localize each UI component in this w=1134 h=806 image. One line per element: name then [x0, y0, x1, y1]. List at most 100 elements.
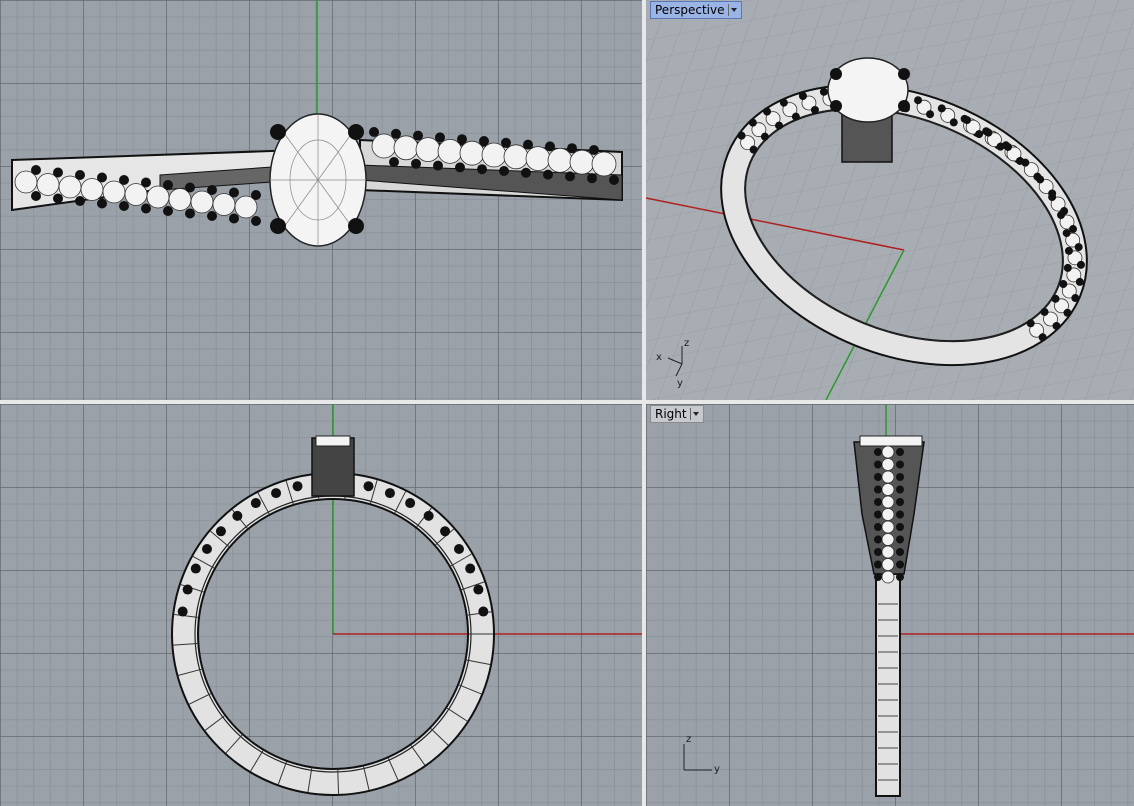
prong — [391, 128, 401, 139]
chevron-down-icon[interactable] — [727, 4, 738, 16]
axis-label-x: x — [656, 352, 662, 363]
prong — [798, 92, 807, 101]
prong — [1003, 142, 1012, 151]
pave-stone — [881, 520, 895, 534]
prong — [874, 510, 882, 519]
prong — [1076, 260, 1085, 269]
viewport-perspective[interactable]: z x y Perspective — [646, 0, 1134, 400]
viewport-title-right[interactable]: Right — [650, 405, 704, 423]
prong — [1048, 193, 1057, 202]
prong — [477, 164, 487, 175]
prong — [1064, 246, 1073, 255]
prong — [141, 203, 151, 214]
pave-stone — [881, 483, 895, 496]
pave-stone — [881, 495, 895, 509]
prong — [1021, 158, 1030, 167]
viewport-right[interactable]: z y Right — [646, 404, 1134, 806]
pave-stone — [525, 146, 551, 172]
top-view-model — [11, 0, 623, 247]
prong — [1040, 307, 1049, 316]
axis-label-y: y — [714, 764, 720, 775]
prong — [896, 560, 904, 569]
prong — [201, 544, 212, 555]
pave-stone — [569, 149, 595, 175]
viewport-title-perspective[interactable]: Perspective — [650, 1, 742, 19]
prong — [75, 170, 85, 180]
prong — [185, 182, 195, 193]
prong — [874, 498, 882, 506]
prong — [775, 121, 784, 130]
prong — [896, 473, 904, 481]
prong — [1063, 263, 1072, 272]
prong — [874, 560, 882, 569]
prong — [31, 165, 41, 175]
prong — [1071, 294, 1080, 303]
prong — [896, 535, 904, 544]
prong — [975, 130, 984, 139]
prong — [440, 526, 451, 537]
prong — [97, 172, 107, 183]
prong — [478, 606, 489, 617]
axis-label-z: z — [686, 734, 691, 745]
prong — [177, 606, 188, 617]
prong — [1062, 229, 1071, 238]
prong — [1036, 175, 1045, 184]
chevron-down-icon[interactable] — [689, 408, 700, 420]
prong — [250, 498, 261, 509]
prong — [949, 118, 958, 127]
prong — [435, 132, 445, 143]
prong — [1074, 243, 1083, 252]
prong — [369, 127, 379, 137]
prong — [896, 573, 904, 581]
prong — [232, 510, 243, 521]
prong — [185, 208, 195, 219]
viewport-front[interactable] — [0, 404, 642, 806]
prong — [896, 510, 904, 519]
prong — [163, 180, 173, 190]
prong — [215, 526, 226, 537]
pave-stone — [881, 533, 895, 546]
prong — [1063, 308, 1072, 317]
prong — [565, 171, 575, 182]
prong — [523, 139, 533, 150]
prong — [190, 563, 201, 574]
prong — [501, 137, 511, 148]
prong — [874, 460, 882, 469]
prong — [937, 104, 946, 113]
prong — [363, 481, 374, 492]
prong — [465, 563, 476, 574]
viewport-title-label: Right — [655, 407, 687, 421]
prong — [411, 158, 421, 169]
prong — [926, 110, 935, 119]
ring-band-side — [875, 573, 901, 797]
prong — [874, 523, 882, 531]
prong — [914, 96, 923, 105]
prong — [423, 510, 434, 521]
prong — [53, 167, 63, 178]
center-stone — [859, 435, 923, 447]
center-setting — [311, 437, 355, 497]
prong — [97, 198, 107, 209]
viewport-top[interactable] — [0, 0, 642, 400]
prong — [896, 548, 904, 556]
prong — [31, 191, 41, 201]
pave-stone — [459, 140, 485, 166]
axis-gizmo — [683, 744, 712, 771]
prong — [251, 190, 261, 200]
prong — [896, 485, 904, 494]
prong — [207, 185, 217, 195]
prong — [454, 544, 465, 555]
prong — [748, 118, 757, 127]
prong — [874, 485, 882, 494]
axis-label-z: z — [684, 338, 689, 349]
prong — [609, 175, 619, 185]
prong — [545, 141, 555, 152]
prong — [229, 187, 239, 198]
front-view-model — [171, 404, 642, 796]
prong — [405, 498, 416, 509]
prong — [499, 166, 509, 176]
pave-stone — [437, 138, 463, 164]
prong — [763, 107, 772, 116]
prong — [1038, 333, 1047, 342]
pave-stone — [393, 135, 419, 161]
